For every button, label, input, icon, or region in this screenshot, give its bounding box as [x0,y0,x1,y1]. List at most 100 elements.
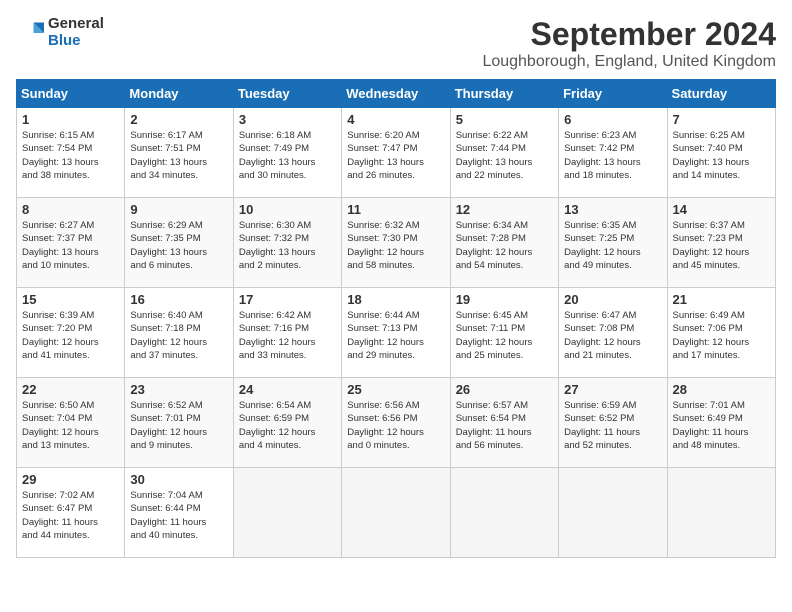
day-info: Sunrise: 6:52 AM Sunset: 7:01 PM Dayligh… [130,399,227,452]
day-info: Sunrise: 6:40 AM Sunset: 7:18 PM Dayligh… [130,309,227,362]
day-info: Sunrise: 6:59 AM Sunset: 6:52 PM Dayligh… [564,399,661,452]
col-saturday: Saturday [667,80,775,108]
day-number: 8 [22,202,119,217]
logo: General Blue [16,16,104,49]
calendar-day: 18Sunrise: 6:44 AM Sunset: 7:13 PM Dayli… [342,288,450,378]
calendar-day: 24 Sunrise: 6:54 AM Sunset: 6:59 PM Dayli… [233,378,341,468]
logo-text: General Blue [48,16,104,49]
day-number: 19 [456,292,553,307]
calendar-day: 12Sunrise: 6:34 AM Sunset: 7:28 PM Dayli… [450,198,558,288]
day-number: 27 [564,382,661,397]
calendar-day: 8 Sunrise: 6:27 AM Sunset: 7:37 PM Daylig… [17,198,125,288]
calendar-day [342,468,450,558]
logo-blue: Blue [48,33,104,50]
day-number: 17 [239,292,336,307]
day-info: Sunrise: 6:37 AM Sunset: 7:23 PM Dayligh… [673,219,770,272]
day-info: Sunrise: 6:18 AM Sunset: 7:49 PM Dayligh… [239,129,336,182]
day-number: 25 [347,382,444,397]
day-number: 22 [22,382,119,397]
calendar-day: 7 Sunrise: 6:25 AM Sunset: 7:40 PM Daylig… [667,108,775,198]
calendar-day: 19 Sunrise: 6:45 AM Sunset: 7:11 PM Dayli… [450,288,558,378]
day-number: 1 [22,112,119,127]
day-info: Sunrise: 6:17 AM Sunset: 7:51 PM Dayligh… [130,129,227,182]
day-number: 29 [22,472,119,487]
calendar-day [450,468,558,558]
day-number: 28 [673,382,770,397]
calendar-day: 29 Sunrise: 7:02 AM Sunset: 6:47 PM Dayli… [17,468,125,558]
calendar-day: 1 Sunrise: 6:15 AM Sunset: 7:54 PM Daylig… [17,108,125,198]
day-number: 24 [239,382,336,397]
day-info: Sunrise: 6:39 AM Sunset: 7:20 PM Dayligh… [22,309,119,362]
day-info: Sunrise: 6:35 AM Sunset: 7:25 PM Dayligh… [564,219,661,272]
calendar-day: 22 Sunrise: 6:50 AM Sunset: 7:04 PM Dayli… [17,378,125,468]
day-number: 10 [239,202,336,217]
calendar-day: 6Sunrise: 6:23 AM Sunset: 7:42 PM Daylig… [559,108,667,198]
day-info: Sunrise: 6:47 AM Sunset: 7:08 PM Dayligh… [564,309,661,362]
day-info: Sunrise: 6:15 AM Sunset: 7:54 PM Dayligh… [22,129,119,182]
title-area: September 2024 Loughborough, England, Un… [482,16,776,71]
calendar-subtitle: Loughborough, England, United Kingdom [482,53,776,71]
calendar-day: 25 Sunrise: 6:56 AM Sunset: 6:56 PM Dayli… [342,378,450,468]
day-number: 3 [239,112,336,127]
col-friday: Friday [559,80,667,108]
day-info: Sunrise: 6:54 AM Sunset: 6:59 PM Dayligh… [239,399,336,452]
calendar-day [667,468,775,558]
calendar-day: 28 Sunrise: 7:01 AM Sunset: 6:49 PM Dayli… [667,378,775,468]
day-info: Sunrise: 7:01 AM Sunset: 6:49 PM Dayligh… [673,399,770,452]
calendar-day: 30Sunrise: 7:04 AM Sunset: 6:44 PM Dayli… [125,468,233,558]
calendar-title: September 2024 [482,16,776,53]
day-number: 11 [347,202,444,217]
header-row: Sunday Monday Tuesday Wednesday Thursday… [17,80,776,108]
calendar-day: 26Sunrise: 6:57 AM Sunset: 6:54 PM Dayli… [450,378,558,468]
calendar-day: 17 Sunrise: 6:42 AM Sunset: 7:16 PM Dayli… [233,288,341,378]
header: General Blue September 2024 Loughborough… [16,16,776,71]
calendar-day: 21 Sunrise: 6:49 AM Sunset: 7:06 PM Dayli… [667,288,775,378]
col-wednesday: Wednesday [342,80,450,108]
logo-general: General [48,16,104,33]
calendar-day: 10 Sunrise: 6:30 AM Sunset: 7:32 PM Dayli… [233,198,341,288]
col-monday: Monday [125,80,233,108]
calendar-day: 27 Sunrise: 6:59 AM Sunset: 6:52 PM Dayli… [559,378,667,468]
day-info: Sunrise: 6:20 AM Sunset: 7:47 PM Dayligh… [347,129,444,182]
calendar-day: 4 Sunrise: 6:20 AM Sunset: 7:47 PM Daylig… [342,108,450,198]
col-thursday: Thursday [450,80,558,108]
day-info: Sunrise: 6:45 AM Sunset: 7:11 PM Dayligh… [456,309,553,362]
day-info: Sunrise: 6:30 AM Sunset: 7:32 PM Dayligh… [239,219,336,272]
calendar-week-5: 29 Sunrise: 7:02 AM Sunset: 6:47 PM Dayli… [17,468,776,558]
calendar-day [559,468,667,558]
day-info: Sunrise: 6:44 AM Sunset: 7:13 PM Dayligh… [347,309,444,362]
day-number: 16 [130,292,227,307]
day-number: 9 [130,202,227,217]
calendar-day: 15Sunrise: 6:39 AM Sunset: 7:20 PM Dayli… [17,288,125,378]
calendar-day: 20Sunrise: 6:47 AM Sunset: 7:08 PM Dayli… [559,288,667,378]
calendar-day: 3 Sunrise: 6:18 AM Sunset: 7:49 PM Daylig… [233,108,341,198]
calendar-day: 5Sunrise: 6:22 AM Sunset: 7:44 PM Daylig… [450,108,558,198]
day-number: 2 [130,112,227,127]
day-info: Sunrise: 7:02 AM Sunset: 6:47 PM Dayligh… [22,489,119,542]
day-info: Sunrise: 6:27 AM Sunset: 7:37 PM Dayligh… [22,219,119,272]
calendar-day: 2 Sunrise: 6:17 AM Sunset: 7:51 PM Daylig… [125,108,233,198]
day-number: 14 [673,202,770,217]
day-info: Sunrise: 6:25 AM Sunset: 7:40 PM Dayligh… [673,129,770,182]
day-info: Sunrise: 6:29 AM Sunset: 7:35 PM Dayligh… [130,219,227,272]
day-number: 21 [673,292,770,307]
day-info: Sunrise: 6:50 AM Sunset: 7:04 PM Dayligh… [22,399,119,452]
day-info: Sunrise: 6:32 AM Sunset: 7:30 PM Dayligh… [347,219,444,272]
logo-icon [16,19,44,47]
calendar-day: 13 Sunrise: 6:35 AM Sunset: 7:25 PM Dayli… [559,198,667,288]
day-number: 23 [130,382,227,397]
calendar-week-4: 22 Sunrise: 6:50 AM Sunset: 7:04 PM Dayli… [17,378,776,468]
calendar-day: 11 Sunrise: 6:32 AM Sunset: 7:30 PM Dayli… [342,198,450,288]
day-number: 4 [347,112,444,127]
col-tuesday: Tuesday [233,80,341,108]
calendar-week-3: 15Sunrise: 6:39 AM Sunset: 7:20 PM Dayli… [17,288,776,378]
day-info: Sunrise: 6:49 AM Sunset: 7:06 PM Dayligh… [673,309,770,362]
day-number: 7 [673,112,770,127]
day-info: Sunrise: 6:23 AM Sunset: 7:42 PM Dayligh… [564,129,661,182]
day-info: Sunrise: 6:56 AM Sunset: 6:56 PM Dayligh… [347,399,444,452]
day-number: 26 [456,382,553,397]
day-number: 30 [130,472,227,487]
calendar-week-2: 8 Sunrise: 6:27 AM Sunset: 7:37 PM Daylig… [17,198,776,288]
day-number: 13 [564,202,661,217]
day-info: Sunrise: 6:42 AM Sunset: 7:16 PM Dayligh… [239,309,336,362]
